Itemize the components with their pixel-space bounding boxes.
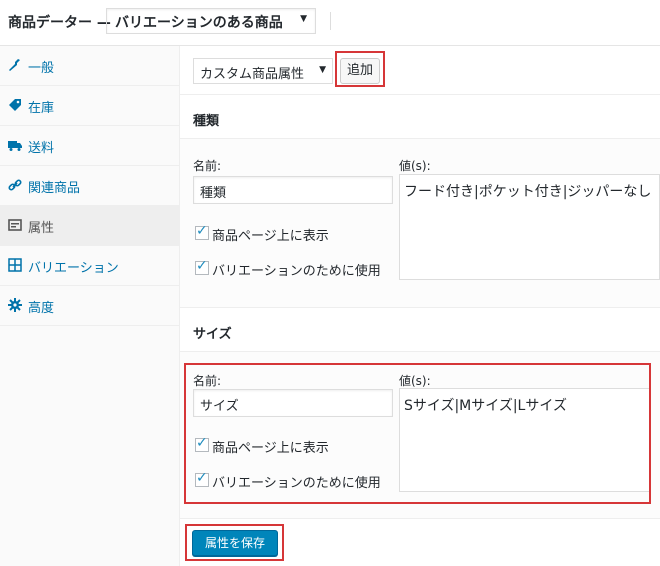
values-label: 値(s): <box>399 159 431 173</box>
tab-label: 一般 <box>28 61 55 76</box>
product-type-value: バリエーションのある商品 <box>115 15 283 31</box>
attribute-header[interactable]: 種類 <box>180 94 660 138</box>
tab-label: 関連商品 <box>28 181 81 196</box>
attribute-type-select[interactable]: カスタム商品属性 ▼ <box>193 58 333 84</box>
chevron-down-icon: ▼ <box>300 14 307 24</box>
tab-shipping[interactable]: 送料 <box>0 126 179 166</box>
tab-general[interactable]: 一般 <box>0 46 179 86</box>
link-icon <box>8 179 22 191</box>
tab-linked-products[interactable]: 関連商品 <box>0 166 179 206</box>
attribute-title: サイズ <box>193 327 232 342</box>
chevron-down-icon: ▼ <box>319 65 326 75</box>
truck-icon <box>8 141 22 151</box>
used-for-variations-label: バリエーションのために使用 <box>212 264 381 279</box>
highlight-box <box>184 363 651 504</box>
attribute-type-value: カスタム商品属性 <box>200 67 305 82</box>
used-for-variations-checkbox[interactable] <box>195 258 209 275</box>
attribute-toolbar: カスタム商品属性 ▼ 追加 <box>180 46 660 95</box>
wrench-icon <box>9 59 20 71</box>
tab-label: 属性 <box>28 221 55 236</box>
highlight-box <box>185 524 284 561</box>
highlight-box <box>335 51 385 87</box>
product-data-title: 商品データー — <box>8 15 111 31</box>
attribute-title: 種類 <box>193 114 220 129</box>
attributes-panel: カスタム商品属性 ▼ 追加 種類 名前: 種類 値(s): フード付き|ポケット… <box>180 46 660 566</box>
tag-icon <box>9 99 21 111</box>
gear-icon <box>8 298 22 312</box>
tab-label: 在庫 <box>28 101 55 116</box>
product-data-header: 商品データー — バリエーションのある商品 ▼ <box>0 0 660 46</box>
tab-advanced[interactable]: 高度 <box>0 286 179 326</box>
tab-attributes[interactable]: 属性 <box>0 206 179 246</box>
attribute-header[interactable]: サイズ <box>180 307 660 351</box>
grid-icon <box>8 258 22 272</box>
attribute-name-input[interactable]: 種類 <box>193 176 393 204</box>
attribute-values-textarea[interactable]: フード付き|ポケット付き|ジッパーなし <box>399 174 660 280</box>
attribute-body: 名前: 種類 値(s): フード付き|ポケット付き|ジッパーなし 商品ページ上に… <box>180 138 660 308</box>
tab-inventory[interactable]: 在庫 <box>0 86 179 126</box>
tab-label: 送料 <box>28 141 55 156</box>
tab-label: 高度 <box>28 301 55 316</box>
tab-label: バリエーション <box>28 261 119 276</box>
divider <box>330 12 331 30</box>
name-label: 名前: <box>193 159 222 173</box>
visible-on-product-checkbox[interactable] <box>195 223 209 240</box>
product-data-tabs: 一般 在庫 送料 関連商品 属性 バリエーション 高度 <box>0 46 180 566</box>
visible-on-product-label: 商品ページ上に表示 <box>212 229 329 244</box>
list-icon <box>8 219 22 231</box>
product-type-select[interactable]: バリエーションのある商品 ▼ <box>106 8 316 34</box>
tab-variations[interactable]: バリエーション <box>0 246 179 286</box>
